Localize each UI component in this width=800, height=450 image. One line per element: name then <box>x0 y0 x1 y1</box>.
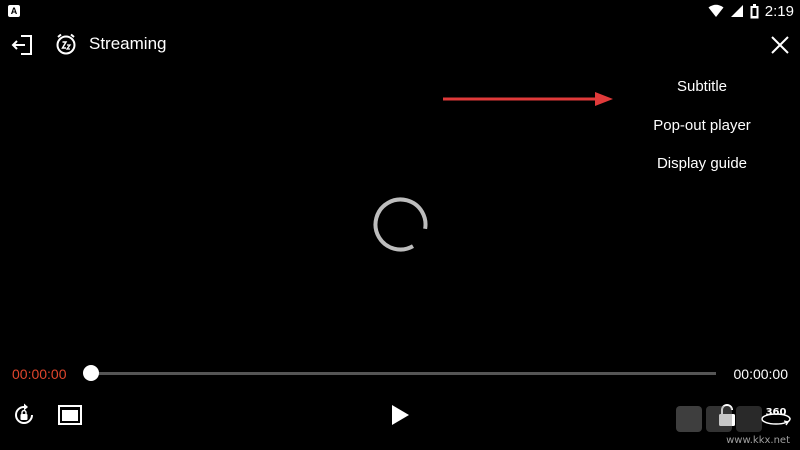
play-button[interactable] <box>388 403 412 427</box>
rotate-lock-icon <box>15 403 33 424</box>
status-icons: 2:19 <box>708 2 794 20</box>
watermark-text: www.kkx.net <box>726 435 790 446</box>
aspect-ratio-icon <box>58 405 82 425</box>
total-time: 00:00:00 <box>733 366 789 382</box>
clock: 2:19 <box>764 2 794 20</box>
watermark-logo: www.kkx.net <box>672 402 792 448</box>
app-notification-icon: A <box>8 5 20 17</box>
seek-bar[interactable] <box>90 372 716 375</box>
elapsed-time: 00:00:00 <box>12 366 67 382</box>
watermark-graphic <box>676 406 762 432</box>
menu-item-subtitle[interactable]: Subtitle <box>602 78 800 95</box>
rotate-lock-button[interactable] <box>12 403 36 427</box>
battery-icon <box>750 3 759 18</box>
wifi-icon <box>708 4 724 17</box>
close-icon <box>771 36 789 54</box>
loading-spinner <box>373 197 428 252</box>
sleep-timer-icon <box>56 33 76 55</box>
cellular-icon <box>730 5 743 17</box>
sleep-timer-button[interactable] <box>54 32 78 56</box>
red-arrow-annotation <box>443 92 613 106</box>
aspect-ratio-button[interactable] <box>58 404 82 426</box>
exit-icon <box>11 35 32 55</box>
close-button[interactable] <box>769 34 791 56</box>
play-icon <box>392 405 409 425</box>
seek-thumb[interactable] <box>83 365 99 381</box>
exit-button[interactable] <box>10 33 36 57</box>
menu-item-display-guide[interactable]: Display guide <box>602 155 800 172</box>
status-bar: A 2:19 <box>0 0 800 22</box>
page-title: Streaming <box>89 34 167 53</box>
menu-item-popout-player[interactable]: Pop-out player <box>602 117 800 134</box>
